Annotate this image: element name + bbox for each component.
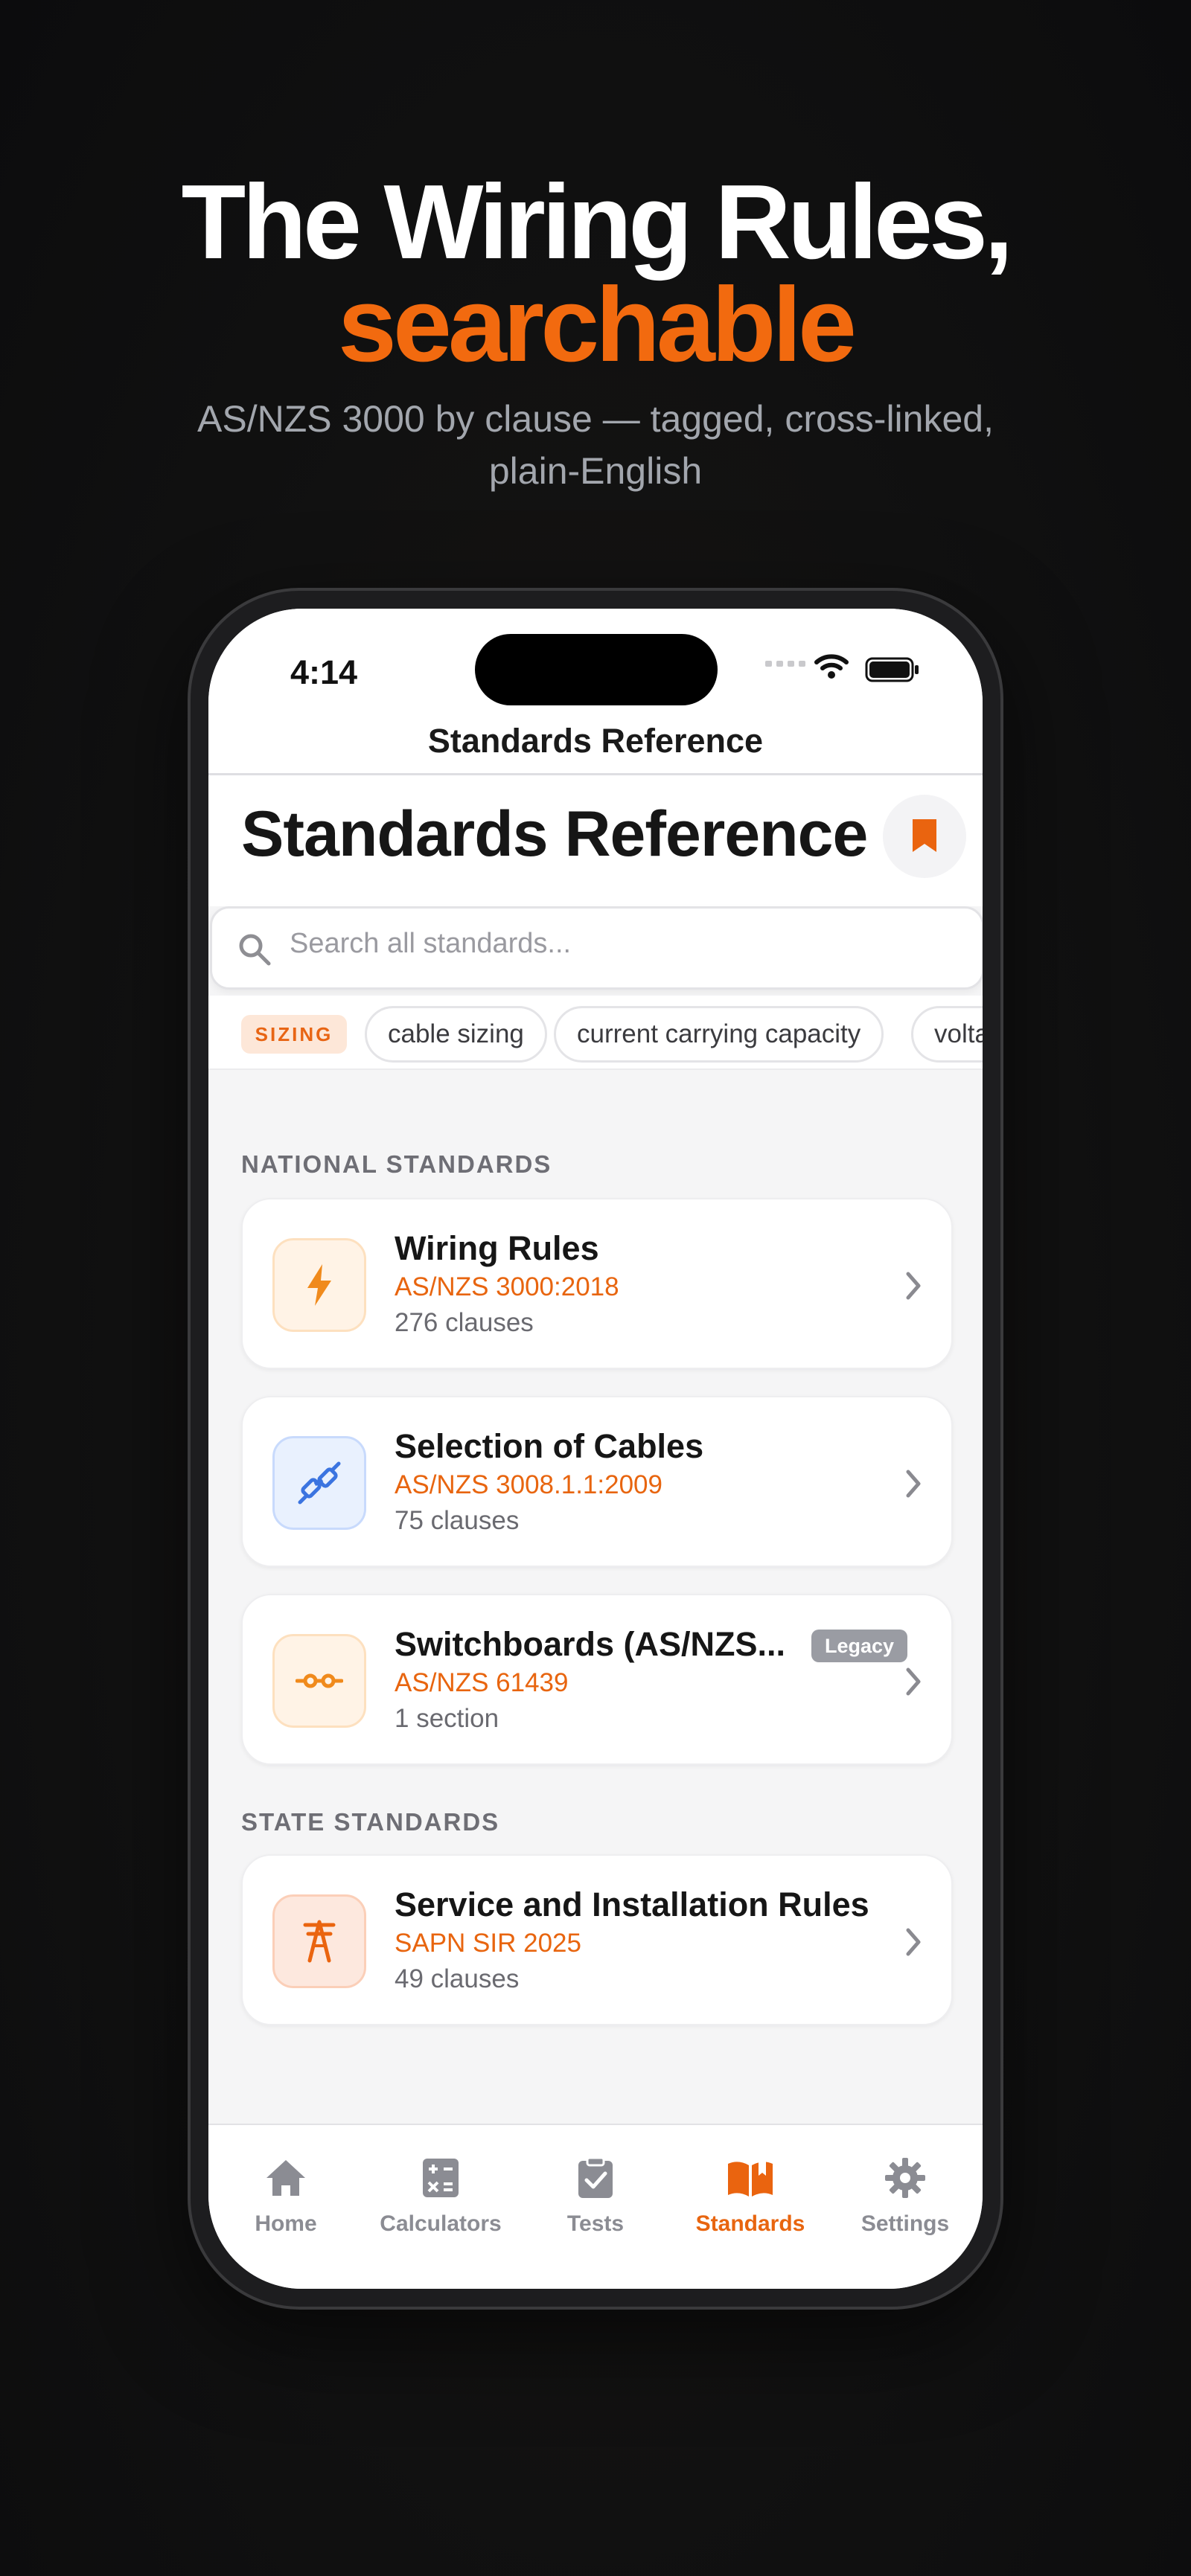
status-time: 4:14 <box>290 653 358 691</box>
tab-label: Tests <box>566 2211 625 2236</box>
chevron-right-icon <box>906 1272 921 1300</box>
cable-plug-icon <box>298 1461 341 1505</box>
section-label-state: STATE STANDARDS <box>241 1808 500 1836</box>
tab-label: Calculators <box>380 2211 502 2236</box>
standard-card-service-installation-rules[interactable]: Service and Installation Rules SAPN SIR … <box>241 1854 953 2025</box>
phone-frame: 4:14 Standards Reference Standards Refer… <box>188 588 1003 2310</box>
navigation-bar: Standards Reference <box>208 713 983 775</box>
card-code: AS/NZS 3008.1.1:2009 <box>395 1470 662 1499</box>
dynamic-island <box>475 634 718 705</box>
chevron-right-icon <box>906 1470 921 1498</box>
tab-label: Home <box>255 2211 317 2236</box>
status-bar: 4:14 <box>208 609 983 713</box>
cellular-signal-icon <box>765 661 805 667</box>
hero-subtitle: AS/NZS 3000 by clause — tagged, cross-li… <box>197 398 994 492</box>
card-title: Selection of Cables <box>395 1427 704 1465</box>
page-title: Standards Reference <box>241 798 868 870</box>
card-icon-container <box>272 1238 366 1332</box>
tab-home[interactable]: Home <box>208 2155 363 2237</box>
hero-headline-accent: searchable <box>337 266 857 384</box>
tab-tests[interactable]: Tests <box>518 2155 673 2237</box>
calculator-icon <box>423 2159 459 2197</box>
page-header: Standards Reference <box>208 775 983 906</box>
switchboard-connector-icon <box>296 1673 343 1688</box>
card-code: AS/NZS 3000:2018 <box>395 1272 619 1301</box>
hero: The Wiring Rules, searchable AS/NZS 3000… <box>0 163 1191 497</box>
lightning-bolt-icon <box>307 1264 331 1306</box>
section-label-national: NATIONAL STANDARDS <box>241 1150 552 1178</box>
card-code: AS/NZS 61439 <box>395 1668 569 1697</box>
tab-label: Standards <box>695 2211 805 2236</box>
legacy-badge: Legacy <box>811 1630 908 1662</box>
tag-chips-row: SIZING cable sizing current carrying cap… <box>208 996 983 1070</box>
chip-current-carrying-capacity[interactable]: current carrying capacity <box>554 1006 884 1063</box>
standard-card-wiring-rules[interactable]: Wiring Rules AS/NZS 3000:2018 276 clause… <box>241 1198 953 1369</box>
bookmarks-button[interactable] <box>883 795 966 878</box>
standard-card-selection-of-cables[interactable]: Selection of Cables AS/NZS 3008.1.1:2009… <box>241 1396 953 1567</box>
wifi-icon <box>814 654 849 679</box>
card-title: Service and Installation Rules <box>395 1885 869 1923</box>
hero-headline: The Wiring Rules, <box>181 163 1014 281</box>
tab-calculators[interactable]: Calculators <box>363 2155 518 2237</box>
navbar-title: Standards Reference <box>427 722 764 760</box>
tab-standards[interactable]: Standards <box>673 2155 828 2237</box>
chip-cable-sizing[interactable]: cable sizing <box>365 1006 547 1063</box>
card-title: Wiring Rules <box>395 1229 599 1267</box>
card-meta: 1 section <box>395 1704 499 1733</box>
gear-icon <box>885 2158 925 2198</box>
card-meta: 49 clauses <box>395 1964 520 1993</box>
promo-stage: The Wiring Rules, searchable AS/NZS 3000… <box>0 0 1191 2576</box>
tab-label: Settings <box>860 2211 950 2236</box>
transmission-tower-icon <box>303 1920 336 1963</box>
card-meta: 276 clauses <box>395 1308 534 1337</box>
search-icon <box>239 934 271 966</box>
standard-card-switchboards[interactable]: Switchboards (AS/NZS... Legacy AS/NZS 61… <box>241 1594 953 1765</box>
search-bar[interactable] <box>210 906 983 990</box>
card-icon-container <box>272 1634 366 1728</box>
card-icon-container <box>272 1436 366 1530</box>
card-code: SAPN SIR 2025 <box>395 1929 581 1958</box>
chevron-right-icon <box>906 1667 921 1696</box>
battery-icon <box>865 657 919 682</box>
book-icon <box>728 2159 773 2197</box>
card-icon-container <box>272 1894 366 1988</box>
clipboard-check-icon <box>578 2156 613 2198</box>
search-input[interactable] <box>290 928 945 960</box>
home-icon <box>266 2160 305 2196</box>
category-tag[interactable]: SIZING <box>241 1015 347 1054</box>
chip-voltage[interactable]: volta <box>911 1006 983 1063</box>
tab-bar: Home Calculators Tests Standards Setting… <box>208 2124 983 2289</box>
app-screen: 4:14 Standards Reference Standards Refer… <box>208 609 983 2289</box>
tab-settings[interactable]: Settings <box>828 2155 983 2237</box>
card-title: Switchboards (AS/NZS... <box>395 1625 786 1663</box>
chevron-right-icon <box>906 1928 921 1956</box>
bookmark-icon <box>913 819 936 852</box>
card-meta: 75 clauses <box>395 1506 520 1535</box>
